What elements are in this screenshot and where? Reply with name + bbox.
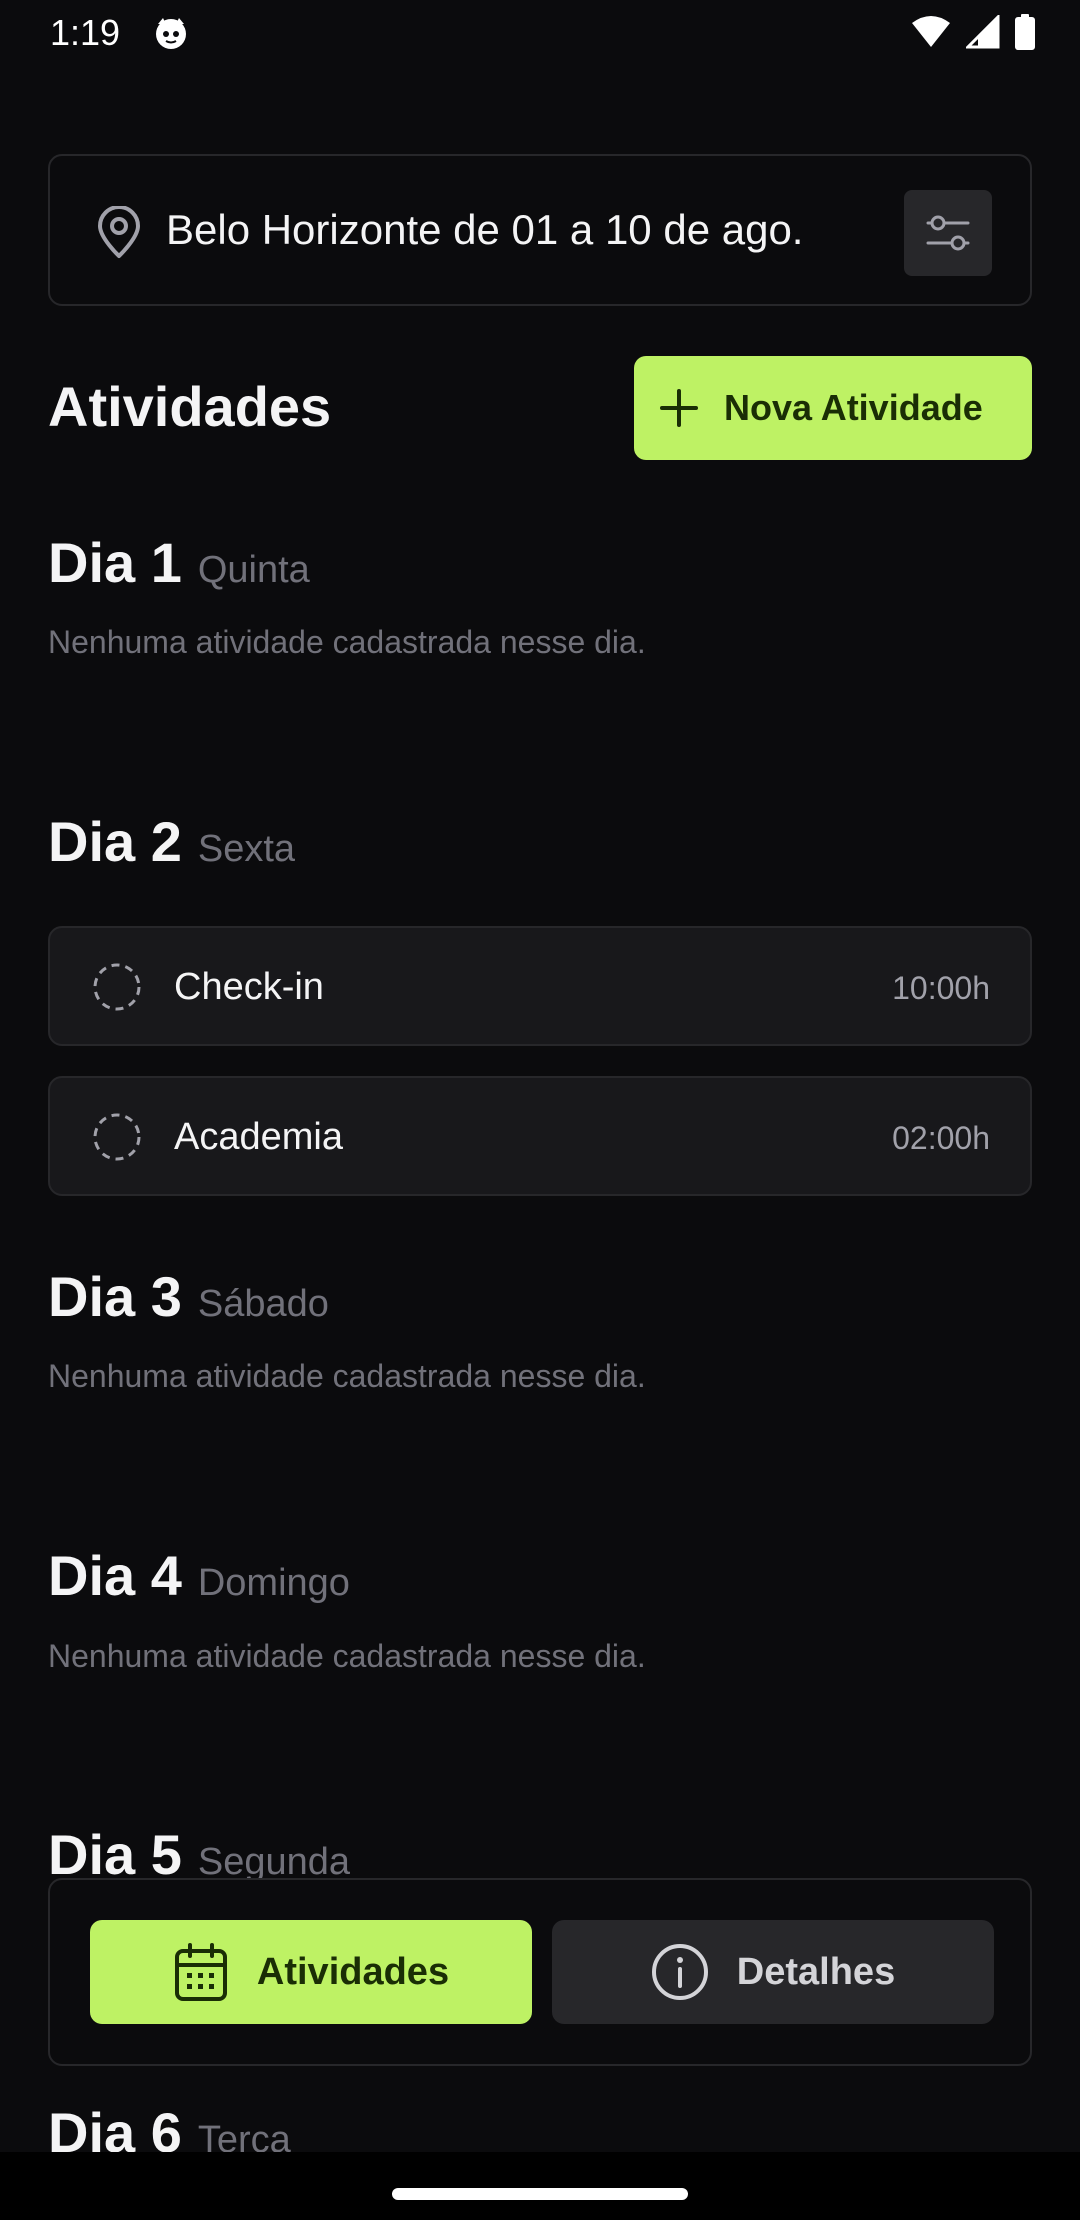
new-activity-button[interactable]: Nova Atividade (634, 356, 1032, 460)
bottom-tab-bar: Atividades Detalhes (48, 1878, 1032, 2066)
section-title: Atividades (48, 375, 332, 438)
location-bar[interactable]: Belo Horizonte de 01 a 10 de ago. (48, 154, 1032, 306)
status-icons (910, 14, 1036, 50)
activity-time: 10:00h (892, 970, 990, 1006)
tab-details[interactable]: Detalhes (552, 1920, 994, 2024)
day-header: Dia 4 Domingo (48, 1543, 350, 1608)
sliders-icon (926, 215, 970, 251)
tab-label: Detalhes (736, 1950, 896, 1993)
location-text: Belo Horizonte de 01 a 10 de ago. (166, 206, 804, 253)
activity-name: Academia (174, 1116, 343, 1158)
empty-day-message: Nenhuma atividade cadastrada nesse dia. (48, 1358, 646, 1394)
system-nav-bar (0, 2152, 1080, 2220)
activity-item[interactable]: Check-in 10:00h (48, 926, 1032, 1046)
day-label: Dia 2 (48, 810, 182, 873)
home-indicator[interactable] (392, 2188, 688, 2200)
day-weekday: Sábado (197, 1283, 329, 1325)
activity-time: 02:00h (892, 1120, 990, 1156)
tab-activities[interactable]: Atividades (90, 1920, 532, 2024)
activity-name: Check-in (174, 966, 324, 1008)
pending-status-icon[interactable] (92, 1112, 142, 1162)
wifi-icon (912, 16, 950, 47)
battery-icon (1015, 14, 1035, 50)
day-label: Dia 4 (48, 1544, 182, 1607)
map-pin-icon (98, 206, 140, 258)
day-label: Dia 1 (48, 531, 182, 594)
day-label: Dia 3 (48, 1265, 182, 1328)
day-header: Dia 1 Quinta (48, 530, 310, 595)
signal-icon (966, 15, 1000, 49)
tab-label: Atividades (256, 1950, 450, 1993)
day-header: Dia 2 Sexta (48, 809, 295, 874)
day-weekday: Sexta (197, 828, 296, 870)
app-notification-icon (156, 18, 186, 49)
info-icon (651, 1944, 708, 2000)
new-activity-label: Nova Atividade (724, 387, 983, 428)
empty-day-message: Nenhuma atividade cadastrada nesse dia. (48, 624, 646, 660)
day-weekday: Quinta (197, 549, 310, 591)
activity-item[interactable]: Academia 02:00h (48, 1076, 1032, 1196)
empty-day-message: Nenhuma atividade cadastrada nesse dia. (48, 1638, 646, 1674)
day-header: Dia 3 Sábado (48, 1264, 329, 1329)
status-time: 1:19 (50, 12, 121, 53)
calendar-icon (174, 1943, 227, 2001)
settings-button[interactable] (904, 190, 992, 276)
day-weekday: Domingo (197, 1562, 350, 1604)
plus-icon (660, 389, 698, 427)
status-bar: 1:19 (0, 0, 1080, 66)
pending-status-icon[interactable] (92, 962, 142, 1012)
app-screen: 1:19 Belo Horizonte de 01 a 10 de ago. A… (0, 0, 1080, 2220)
